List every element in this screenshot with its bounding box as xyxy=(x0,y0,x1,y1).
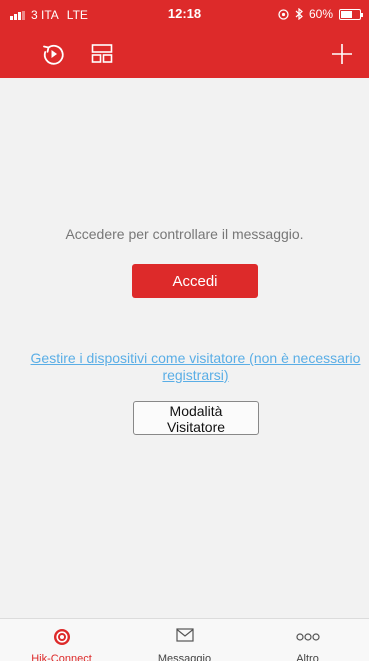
tab-label: Hik-Connect xyxy=(31,653,92,661)
status-icons: 60% xyxy=(278,7,363,21)
bluetooth-icon xyxy=(295,8,303,20)
more-icon xyxy=(295,633,320,641)
layout-icon[interactable] xyxy=(88,40,116,68)
main-content: Accedere per controllare il messaggio. A… xyxy=(0,78,369,618)
hik-connect-icon xyxy=(53,629,70,645)
tab-label: Messaggio xyxy=(157,653,212,661)
toolbar xyxy=(0,30,369,78)
visitor-link-line1[interactable]: Gestire i dispositivi come visitatore (n… xyxy=(28,350,363,367)
visitor-link[interactable]: Gestire i dispositivi come visitatore (n… xyxy=(28,350,363,384)
tab-messaggio[interactable]: Messaggio xyxy=(123,619,246,661)
tab-altro[interactable]: Altro xyxy=(246,619,369,661)
login-prompt: Accedere per controllare il messaggio. xyxy=(65,226,304,242)
visitor-link-line2[interactable]: registrarsi) xyxy=(28,367,363,384)
envelope-icon xyxy=(175,628,194,642)
history-icon[interactable] xyxy=(40,40,68,68)
plus-icon[interactable] xyxy=(328,40,356,68)
tab-hik-connect[interactable]: Hik-Connect xyxy=(0,619,123,661)
battery-percentage: 60% xyxy=(308,7,333,21)
app-header: 3 ITA LTE 12:18 60% xyxy=(0,0,369,78)
tab-bar: Hik-Connect Messaggio Altro xyxy=(0,618,369,661)
visitor-mode-button[interactable]: Modalità Visitatore xyxy=(133,401,259,435)
battery-icon xyxy=(339,8,363,20)
orientation-lock-icon xyxy=(278,8,289,20)
status-bar: 3 ITA LTE 12:18 60% xyxy=(0,0,369,30)
login-button[interactable]: Accedi xyxy=(132,264,258,298)
tab-label: Altro xyxy=(296,653,319,661)
